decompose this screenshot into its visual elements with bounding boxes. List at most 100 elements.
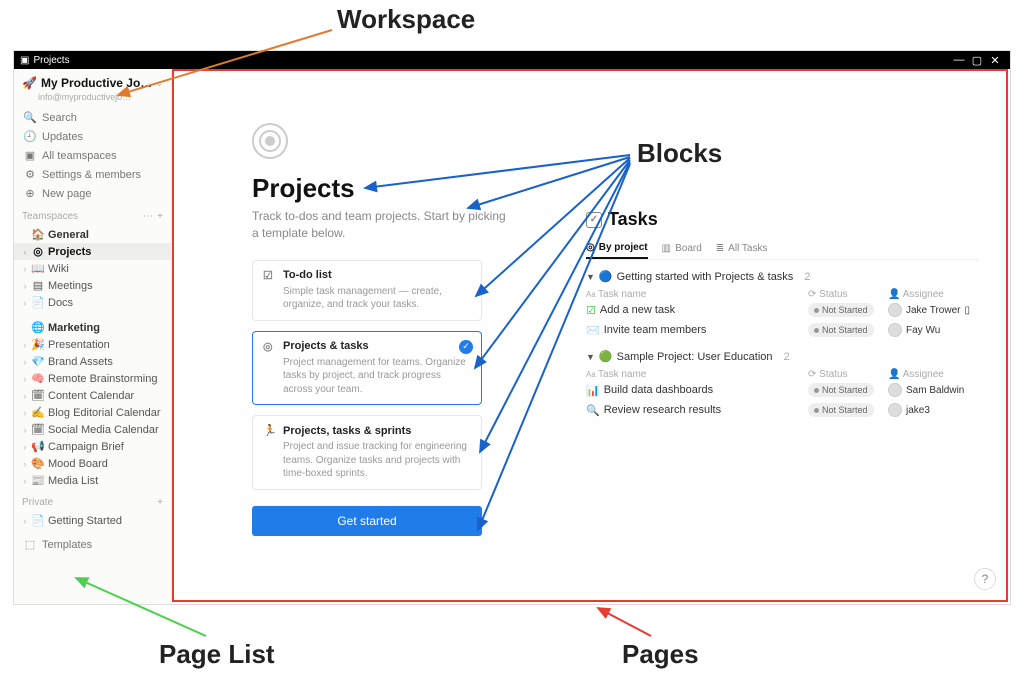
template-todo[interactable]: ☑To-do list Simple task management — cre… xyxy=(252,260,482,321)
tab-board-label: Board xyxy=(675,243,702,254)
project-green-icon: 🟢 xyxy=(599,350,613,363)
assignee: Sam Baldwin xyxy=(888,383,978,397)
get-started-button[interactable]: Get started xyxy=(252,506,482,536)
sidebar: 🚀 My Productive Jo… ⌄ info@myproductivej… xyxy=(14,69,172,604)
teamspaces-icon: ▣ xyxy=(22,149,38,162)
workspace-email: info@myproductivejo… xyxy=(14,92,171,108)
nav-search-label: Search xyxy=(42,112,77,124)
more-icon[interactable]: ⋯ xyxy=(143,211,153,222)
calendar-icon: 🗓 xyxy=(30,423,46,436)
tasks-title: ✓Tasks xyxy=(586,209,978,230)
add-private-page-button[interactable]: + xyxy=(157,497,163,508)
chevron-right-icon: › xyxy=(20,459,30,469)
plus-circle-icon: ⊕ xyxy=(22,187,38,200)
chevron-right-icon: › xyxy=(20,516,30,526)
minimize-button[interactable]: — xyxy=(950,54,968,66)
task-row[interactable]: 📊Build data dashboards Not Started Sam B… xyxy=(586,380,978,400)
task-name: Invite team members xyxy=(604,324,707,336)
nav-new-page[interactable]: ⊕ New page xyxy=(14,184,171,203)
sidebar-item-wiki[interactable]: ›📖Wiki xyxy=(14,260,171,277)
templates-icon: ⬚ xyxy=(22,538,38,551)
task-group-2: ▼🟢Sample Project: User Education 2 Aa Ta… xyxy=(586,350,978,420)
template-list: ☑To-do list Simple task management — cre… xyxy=(252,260,482,536)
help-button[interactable]: ? xyxy=(974,568,996,590)
tab-by-project[interactable]: ◎By project xyxy=(586,238,648,259)
sidebar-item-general[interactable]: 🏠General xyxy=(14,226,171,243)
task-row[interactable]: ✉️Invite team members Not Started Fay Wu xyxy=(586,320,978,340)
task-row[interactable]: 🔍Review research results Not Started jak… xyxy=(586,400,978,420)
section-private: Private + xyxy=(14,493,171,512)
task-name: Build data dashboards xyxy=(604,384,713,396)
toggle-down-icon: ▼ xyxy=(586,272,595,282)
page-icon: 📄 xyxy=(30,514,46,527)
page-icon-bullseye[interactable] xyxy=(252,123,288,159)
add-teamspace-button[interactable]: + xyxy=(157,211,163,222)
group1-header[interactable]: ▼🔵Getting started with Projects & tasks … xyxy=(586,270,978,283)
tasks-panel: ✓Tasks ◎By project ▥Board ≣All Tasks ▼ 🔵 G… xyxy=(572,199,992,430)
close-button[interactable]: ✕ xyxy=(986,54,1004,67)
group2-header[interactable]: ▼🟢Sample Project: User Education 2 xyxy=(586,350,978,363)
mood-label: Mood Board xyxy=(48,458,108,470)
sidebar-item-campaign-brief[interactable]: ›📢Campaign Brief xyxy=(14,438,171,455)
project-blue-icon: 🔵 xyxy=(599,270,613,283)
toggle-down-icon: ▼ xyxy=(586,352,595,362)
template-pt-title: Projects & tasks xyxy=(283,340,369,352)
social-label: Social Media Calendar xyxy=(48,424,159,436)
chevron-right-icon: › xyxy=(20,340,30,350)
chevron-right-icon: › xyxy=(20,476,30,486)
group2-columns: Aa Task name ⟳ Status 👤 Assignee xyxy=(586,369,978,380)
template-sprints-title: Projects, tasks & sprints xyxy=(283,425,411,437)
sidebar-item-meetings[interactable]: ›▤Meetings xyxy=(14,277,171,294)
remote-label: Remote Brainstorming xyxy=(48,373,157,385)
avatar xyxy=(888,383,902,397)
task-name: Review research results xyxy=(604,404,721,416)
sidebar-item-brand-assets[interactable]: ›💎Brand Assets xyxy=(14,353,171,370)
annotation-pages: Pages xyxy=(622,639,699,670)
workspace-switcher[interactable]: 🚀 My Productive Jo… ⌄ xyxy=(14,69,171,92)
avatar xyxy=(888,403,902,417)
nav-templates[interactable]: ⬚Templates xyxy=(14,535,171,554)
maximize-button[interactable]: ▢ xyxy=(968,54,986,67)
sidebar-item-media-list[interactable]: ›📰Media List xyxy=(14,472,171,489)
task-row[interactable]: ☑Add a new task Not Started Jake Trower … xyxy=(586,300,978,320)
annotation-page-list: Page List xyxy=(159,639,275,670)
nav-search[interactable]: 🔍 Search xyxy=(14,108,171,127)
chevron-right-icon: › xyxy=(20,391,30,401)
assignee: jake3 xyxy=(888,403,978,417)
col-assignee: Assignee xyxy=(903,369,944,380)
search-icon: 🔍 xyxy=(22,111,38,124)
media-label: Media List xyxy=(48,475,98,487)
sidebar-item-content-calendar[interactable]: ›🗓Content Calendar xyxy=(14,387,171,404)
app-window: ▣ Projects — ▢ ✕ 🚀 My Productive Jo… ⌄ i… xyxy=(13,50,1011,605)
task-name: Add a new task xyxy=(600,304,675,316)
brain-icon: 🧠 xyxy=(30,372,46,385)
sidebar-item-remote-brainstorming[interactable]: ›🧠Remote Brainstorming xyxy=(14,370,171,387)
chevron-right-icon: › xyxy=(20,425,30,435)
sidebar-item-marketing[interactable]: 🌐Marketing xyxy=(14,319,171,336)
sidebar-item-getting-started[interactable]: ›📄Getting Started xyxy=(14,512,171,529)
template-sprints[interactable]: 🏃Projects, tasks & sprints Project and i… xyxy=(252,415,482,490)
tab-all-tasks[interactable]: ≣All Tasks xyxy=(716,238,768,259)
sidebar-item-mood-board[interactable]: ›🎨Mood Board xyxy=(14,455,171,472)
status-badge: Not Started xyxy=(808,403,874,417)
tasks-tabs: ◎By project ▥Board ≣All Tasks xyxy=(586,238,978,260)
sidebar-item-docs[interactable]: ›📄Docs xyxy=(14,294,171,311)
sidebar-item-blog-editorial[interactable]: ›✍️Blog Editorial Calendar xyxy=(14,404,171,421)
megaphone-icon: 📢 xyxy=(30,440,46,453)
sidebar-item-projects[interactable]: ›◎Projects xyxy=(14,243,171,260)
checkbox-green-icon: ☑ xyxy=(586,304,596,317)
page-content: Projects Track to-dos and team projects.… xyxy=(172,69,1010,604)
list-icon: ▤ xyxy=(30,279,46,292)
tab-board[interactable]: ▥Board xyxy=(662,238,702,259)
nav-updates[interactable]: 🕘Updates xyxy=(14,127,171,146)
nav-settings[interactable]: ⚙Settings & members xyxy=(14,165,171,184)
nav-newpage-label: New page xyxy=(42,188,92,200)
envelope-icon: ✉️ xyxy=(586,324,600,337)
col-assignee: Assignee xyxy=(903,289,944,300)
sidebar-item-presentation[interactable]: ›🎉Presentation xyxy=(14,336,171,353)
group1-title: Getting started with Projects & tasks xyxy=(617,271,794,283)
sidebar-item-social-media[interactable]: ›🗓Social Media Calendar xyxy=(14,421,171,438)
nav-all-teamspaces[interactable]: ▣All teamspaces xyxy=(14,146,171,165)
template-projects-tasks[interactable]: ✓ ◎Projects & tasks Project management f… xyxy=(252,331,482,406)
group2-title: Sample Project: User Education xyxy=(617,351,773,363)
